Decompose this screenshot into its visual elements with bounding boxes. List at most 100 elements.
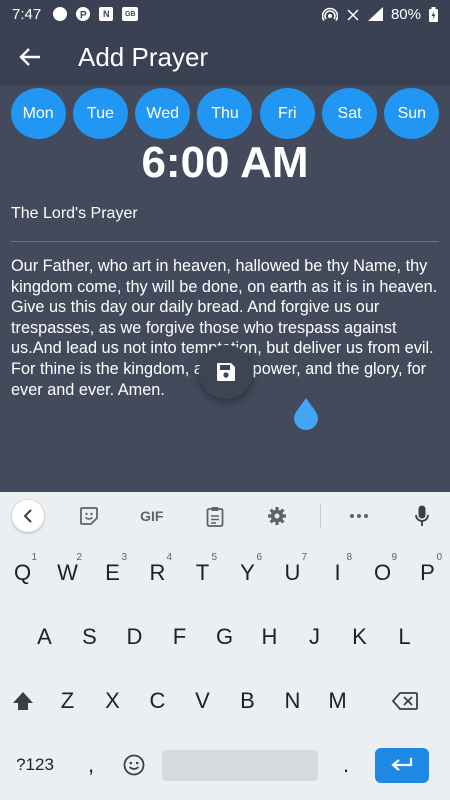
key-j[interactable]: J — [292, 612, 337, 662]
prayer-title-input[interactable]: The Lord's Prayer — [11, 205, 439, 223]
day-tue-button[interactable]: Tue — [72, 88, 128, 139]
status-right: 80% — [321, 5, 438, 23]
back-button[interactable] — [0, 28, 60, 86]
settings-button[interactable] — [257, 496, 298, 536]
clipboard-icon — [206, 506, 223, 527]
key-hint: 1 — [31, 552, 37, 563]
clipboard-button[interactable] — [194, 496, 235, 536]
key-hint: 5 — [211, 552, 217, 563]
gb-icon: GB — [122, 7, 139, 21]
key-label: R — [149, 560, 166, 585]
key-label: W — [57, 560, 78, 585]
key-b[interactable]: B — [225, 676, 270, 726]
key-label: O — [373, 560, 392, 585]
voice-input-button[interactable] — [401, 496, 442, 536]
key-label: T — [195, 560, 210, 585]
key-g[interactable]: G — [202, 612, 247, 662]
key-hint: 3 — [121, 552, 127, 563]
key-v[interactable]: V — [180, 676, 225, 726]
day-mon-button[interactable]: Mon — [10, 88, 66, 139]
day-thu-button[interactable]: Thu — [197, 88, 253, 139]
more-horiz-icon — [349, 514, 368, 518]
key-hint: 2 — [76, 552, 82, 563]
key-u[interactable]: U7 — [270, 548, 315, 598]
day-sun-button[interactable]: Sun — [384, 88, 440, 139]
key-i[interactable]: I8 — [315, 548, 360, 598]
more-button[interactable] — [339, 496, 380, 536]
key-d[interactable]: D — [112, 612, 157, 662]
symbols-key[interactable]: ?123 — [0, 740, 70, 790]
hotspot-icon — [321, 7, 338, 21]
period-key[interactable]: . — [324, 740, 368, 790]
key-w[interactable]: W2 — [45, 548, 90, 598]
enter-key[interactable] — [368, 740, 436, 790]
day-wed-button[interactable]: Wed — [135, 88, 191, 139]
day-fri-button[interactable]: Fri — [259, 88, 315, 139]
day-selector: Mon Tue Wed Thu Fri Sat Sun — [0, 88, 450, 140]
key-n[interactable]: N — [270, 676, 315, 726]
enter-icon — [391, 758, 413, 771]
key-c[interactable]: C — [135, 676, 180, 726]
circle-icon — [53, 7, 68, 21]
key-row-1: Q1 W2 E3 R4 T5 Y6 U7 I8 O9 P0 — [0, 548, 450, 598]
key-p[interactable]: P0 — [405, 548, 450, 598]
title-underline — [11, 241, 439, 242]
key-hint: 8 — [346, 552, 352, 563]
save-icon — [217, 363, 235, 381]
key-z[interactable]: Z — [45, 676, 90, 726]
signal-icon — [367, 7, 383, 21]
arrow-left-icon — [19, 48, 40, 66]
key-row-2: A S D F G H J K L — [0, 612, 450, 662]
key-label: P — [420, 560, 435, 585]
key-label: I — [334, 560, 341, 585]
notification-icons: P N GB — [53, 7, 139, 21]
mic-icon — [414, 505, 429, 526]
key-a[interactable]: A — [22, 612, 67, 662]
key-y[interactable]: Y6 — [225, 548, 270, 598]
day-sat-button[interactable]: Sat — [322, 88, 378, 139]
key-x[interactable]: X — [90, 676, 135, 726]
time-display[interactable]: 6:00 AM — [0, 138, 450, 188]
comma-key[interactable]: , — [70, 740, 112, 790]
key-t[interactable]: T5 — [180, 548, 225, 598]
cursor-handle-icon[interactable] — [292, 398, 320, 430]
chevron-left-icon — [23, 509, 33, 523]
key-r[interactable]: R4 — [135, 548, 180, 598]
key-o[interactable]: O9 — [360, 548, 405, 598]
key-l[interactable]: L — [382, 612, 427, 662]
collapse-keyboard-button[interactable] — [8, 496, 49, 536]
keyboard-toolbar: GIF — [0, 492, 450, 540]
gif-button[interactable]: GIF — [131, 496, 172, 536]
key-f[interactable]: F — [157, 612, 202, 662]
sticker-icon — [80, 507, 98, 525]
emoji-key[interactable] — [112, 740, 156, 790]
key-label: Y — [240, 560, 255, 585]
key-hint: 4 — [166, 552, 172, 563]
space-key[interactable] — [156, 740, 324, 790]
key-hint: 9 — [391, 552, 397, 563]
key-m[interactable]: M — [315, 676, 360, 726]
space-bar — [162, 749, 318, 781]
shift-icon — [12, 692, 33, 710]
key-q[interactable]: Q1 — [0, 548, 45, 598]
key-k[interactable]: K — [337, 612, 382, 662]
status-bar: 7:47 P N GB 80% — [0, 0, 450, 28]
key-label: E — [105, 560, 120, 585]
no-data-icon — [347, 9, 359, 21]
shift-key[interactable] — [0, 676, 45, 726]
sticker-button[interactable] — [69, 496, 110, 536]
save-button[interactable] — [199, 345, 253, 399]
battery-percent: 80% — [390, 5, 421, 23]
key-hint: 7 — [301, 552, 307, 563]
backspace-key[interactable] — [360, 676, 450, 726]
app-bar: Add Prayer — [0, 28, 450, 86]
keyboard: GIF Q1 W2 E3 R4 T5 Y6 U7 I8 O9 P0 A S D … — [0, 492, 450, 800]
key-label: Q — [13, 560, 32, 585]
key-e[interactable]: E3 — [90, 548, 135, 598]
emoji-icon — [123, 754, 145, 776]
page-title: Add Prayer — [78, 41, 209, 72]
toolbar-divider — [319, 504, 321, 528]
key-h[interactable]: H — [247, 612, 292, 662]
backspace-icon — [392, 692, 418, 710]
key-s[interactable]: S — [67, 612, 112, 662]
